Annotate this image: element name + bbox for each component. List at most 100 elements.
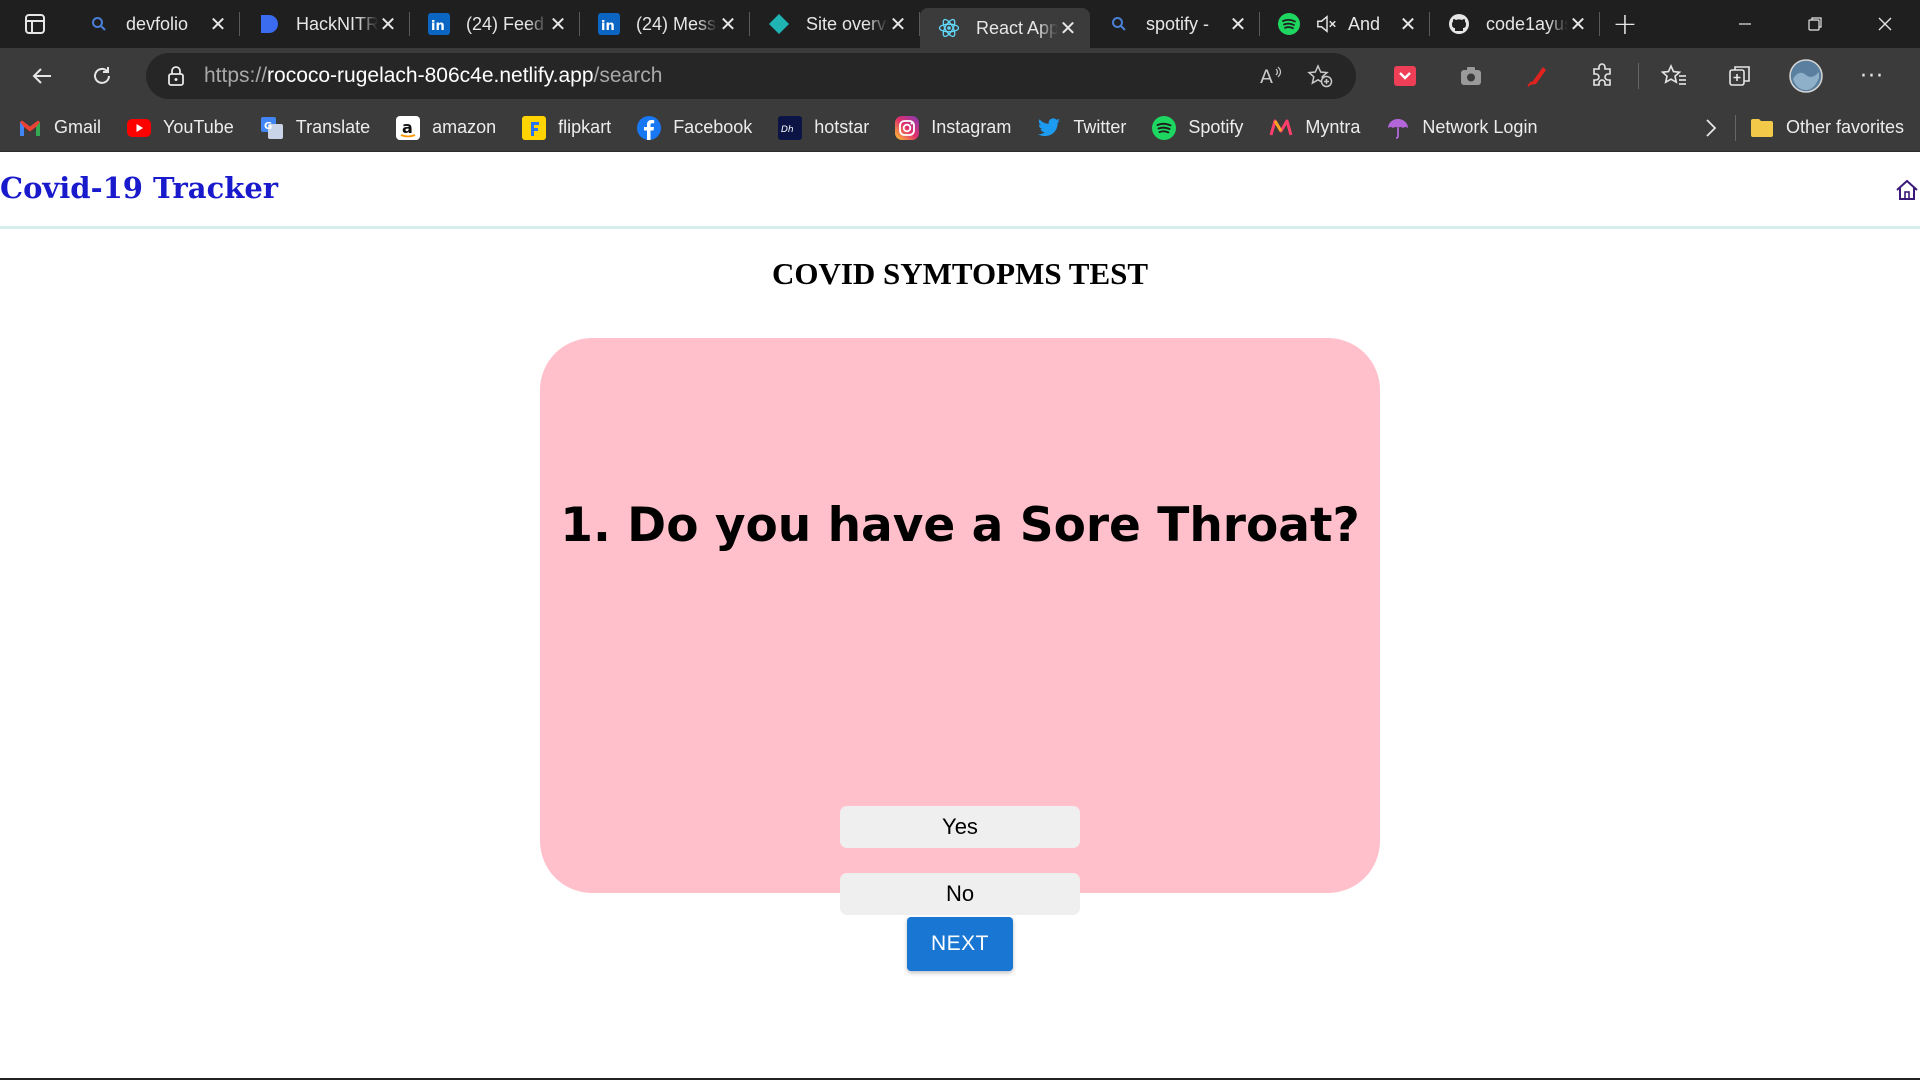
minimize-icon (1739, 23, 1751, 25)
tab-actions-button[interactable] (0, 0, 70, 48)
bookmark-label: flipkart (558, 117, 612, 137)
add-favorite-icon[interactable] (1300, 53, 1340, 99)
extensions-button[interactable] (1570, 48, 1636, 104)
close-tab-icon[interactable]: ✕ (888, 14, 908, 36)
pocket-icon (1394, 66, 1416, 86)
svg-text:A: A (1260, 66, 1273, 87)
refresh-button[interactable] (72, 48, 132, 104)
app-title-link[interactable]: Covid-19 Tracker (0, 171, 278, 205)
svg-text:a: a (402, 118, 413, 137)
answer-no-button[interactable]: No (840, 873, 1080, 915)
page-viewport: Covid-19 Tracker COVID SYMTOPMS TEST 1. … (0, 153, 1920, 1080)
bookmark-instagram[interactable]: Instagram (895, 104, 1011, 152)
tab-title: code1ayush (1486, 13, 1568, 34)
address-toolbar: https://rococo-rugelach-806c4e.netlify.a… (0, 48, 1920, 104)
refresh-icon (94, 67, 110, 84)
instagram-icon (895, 115, 920, 140)
favorites-star-icon (1661, 64, 1686, 85)
youtube-icon (127, 116, 152, 140)
hotstar-icon: Dh (778, 115, 803, 140)
tab-react-app[interactable]: React App ✕ (920, 8, 1090, 48)
bookmarks-bar: Gmail YouTube G Translate a amazon flipk… (0, 104, 1920, 152)
collections-button[interactable] (1707, 48, 1773, 104)
tab-github[interactable]: code1ayush ✕ (1430, 0, 1600, 48)
other-favorites-folder[interactable]: Other favorites (1734, 114, 1904, 141)
back-arrow-icon (32, 68, 51, 84)
window-controls (1710, 0, 1920, 48)
twitter-icon (1037, 116, 1061, 140)
svg-text:Dh: Dh (781, 125, 794, 135)
tab-hacknitr[interactable]: HackNITR ✕ (240, 0, 410, 48)
bookmark-spotify[interactable]: Spotify (1152, 104, 1243, 152)
github-icon (1448, 13, 1470, 35)
close-tab-icon[interactable]: ✕ (1568, 14, 1588, 36)
bookmark-label: Instagram (931, 117, 1012, 137)
home-icon[interactable] (1894, 177, 1920, 203)
bookmark-label: Translate (295, 117, 371, 137)
folder-icon (1750, 118, 1774, 138)
read-aloud-icon[interactable]: A (1252, 53, 1292, 99)
answer-yes-button[interactable]: Yes (840, 806, 1080, 848)
minimize-button[interactable] (1710, 0, 1780, 48)
collections-icon (1729, 66, 1750, 86)
tab-linkedin-messages[interactable]: in (24) Messages ✕ (580, 0, 750, 48)
bookmark-network-login[interactable]: Network Login (1386, 104, 1537, 152)
back-button[interactable] (12, 48, 72, 104)
browser-toolbar: ··· (1372, 48, 1905, 104)
app-header: Covid-19 Tracker (0, 153, 1920, 229)
bookmark-hotstar[interactable]: Dh hotstar (778, 104, 869, 152)
close-tab-icon[interactable]: ✕ (378, 14, 398, 36)
url-text[interactable]: https://rococo-rugelach-806c4e.netlify.a… (204, 64, 1244, 88)
bookmark-gmail[interactable]: Gmail (18, 104, 101, 152)
chevron-right-icon (1706, 118, 1717, 137)
gmail-icon (18, 116, 42, 140)
translate-icon: G (260, 116, 284, 140)
tab-title: Site overview (806, 13, 888, 34)
url-scheme: https:// (204, 64, 268, 87)
tab-site-overview[interactable]: Site overview ✕ (750, 0, 920, 48)
flipkart-icon (522, 115, 547, 140)
bookmark-flipkart[interactable]: flipkart (522, 104, 611, 152)
hacknitr-icon (258, 13, 280, 35)
close-icon (1878, 17, 1892, 31)
plus-icon: + (1612, 6, 1638, 42)
close-tab-icon[interactable]: ✕ (208, 14, 228, 36)
address-bar[interactable]: https://rococo-rugelach-806c4e.netlify.a… (146, 53, 1356, 99)
bookmark-facebook[interactable]: Facebook (637, 104, 752, 152)
close-tab-icon[interactable]: ✕ (718, 14, 738, 36)
close-window-button[interactable] (1850, 0, 1920, 48)
bookmark-label: Gmail (54, 117, 102, 137)
close-tab-icon[interactable]: ✕ (1398, 14, 1418, 36)
tab-spotify-search[interactable]: spotify - ✕ (1090, 0, 1260, 48)
bookmark-label: hotstar (814, 117, 870, 137)
bookmark-translate[interactable]: G Translate (260, 104, 370, 152)
restore-button[interactable] (1780, 0, 1850, 48)
close-tab-icon[interactable]: ✕ (1058, 18, 1078, 40)
tab-linkedin-feed[interactable]: in (24) Feed ✕ (410, 0, 580, 48)
browser-tab-bar: devfolio ✕ HackNITR ✕ in (24) Feed ✕ in … (0, 0, 1920, 48)
favorites-button[interactable] (1641, 48, 1707, 104)
pocket-extension-button[interactable] (1372, 48, 1438, 104)
tab-devfolio[interactable]: devfolio ✕ (70, 0, 240, 48)
close-tab-icon[interactable]: ✕ (1228, 14, 1248, 36)
bookmark-twitter[interactable]: Twitter (1037, 104, 1126, 152)
spotify-icon (1152, 115, 1177, 140)
screenshot-extension-button[interactable] (1438, 48, 1504, 104)
lock-icon[interactable] (166, 65, 186, 87)
new-tab-button[interactable]: + (1600, 0, 1650, 48)
tab-spotify-muted[interactable]: And ✕ (1260, 0, 1430, 48)
myntra-icon (1269, 116, 1293, 140)
bookmark-myntra[interactable]: Myntra (1269, 104, 1360, 152)
more-options-button[interactable]: ··· (1839, 48, 1905, 104)
next-button[interactable]: NEXT (907, 917, 1013, 971)
highlighter-extension-button[interactable] (1504, 48, 1570, 104)
search-icon (88, 13, 110, 35)
bookmark-label: Network Login (1422, 117, 1538, 137)
bookmark-youtube[interactable]: YouTube (127, 104, 234, 152)
camera-icon (1461, 67, 1481, 85)
more-bookmarks-button[interactable] (1687, 118, 1735, 138)
bookmark-amazon[interactable]: a amazon (396, 104, 496, 152)
muted-speaker-icon[interactable] (1316, 13, 1338, 35)
profile-button[interactable] (1773, 48, 1839, 104)
close-tab-icon[interactable]: ✕ (548, 14, 568, 36)
